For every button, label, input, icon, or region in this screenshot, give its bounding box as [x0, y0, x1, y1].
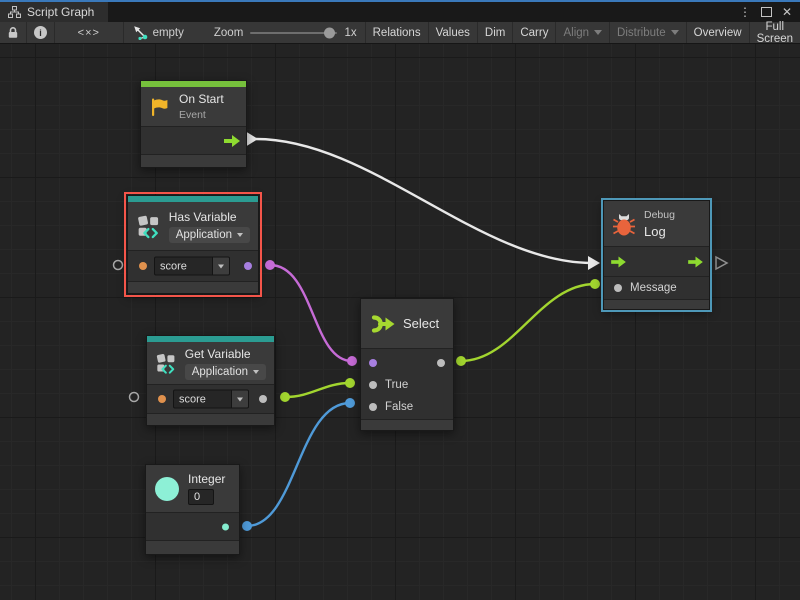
zoom-value: 1x — [344, 22, 356, 43]
chevron-down-icon — [253, 370, 259, 374]
select-condition-row — [361, 352, 453, 374]
flow-input-port[interactable] — [611, 256, 626, 267]
maximize-icon[interactable] — [761, 7, 772, 17]
node-has-variable[interactable]: Has Variable Application score — [127, 195, 259, 294]
toolbar-right-group: Relations Values Dim Carry Align Distrib… — [365, 22, 800, 43]
carry-button[interactable]: Carry — [512, 22, 555, 43]
dropdown-button[interactable] — [213, 257, 230, 276]
node-footer — [141, 154, 246, 167]
variable-name-value[interactable]: score — [173, 390, 232, 409]
values-button[interactable]: Values — [428, 22, 477, 43]
false-port-label: False — [385, 401, 413, 413]
tab-script-graph[interactable]: Script Graph — [0, 2, 108, 22]
graph-toolbar: i <×> empty Zoom 1x Relations Values Dim… — [0, 22, 800, 44]
node-title: Select — [403, 316, 439, 331]
variable-name-dropdown[interactable]: score — [154, 257, 230, 276]
info-button[interactable]: i — [27, 22, 55, 43]
chevron-down-icon — [237, 233, 243, 237]
dropdown-button[interactable] — [232, 390, 249, 409]
graph-status-label: empty — [153, 27, 184, 39]
close-icon[interactable]: ✕ — [782, 5, 792, 19]
false-input-port[interactable] — [369, 403, 377, 411]
node-footer — [146, 540, 239, 554]
variables-icon — [155, 349, 177, 377]
lock-icon — [7, 26, 19, 39]
node-footer — [604, 299, 709, 309]
node-debug-log[interactable]: Debug Log Message — [603, 200, 710, 310]
variable-scope-dropdown[interactable]: Application — [169, 227, 250, 243]
dim-button[interactable]: Dim — [477, 22, 512, 43]
select-icon — [369, 313, 395, 335]
message-input-port[interactable] — [614, 284, 622, 292]
script-graph-window: Script Graph ⋮ ✕ i <×> e — [0, 0, 800, 600]
inspect-values-button[interactable]: <×> — [55, 22, 124, 43]
tab-title: Script Graph — [27, 5, 94, 19]
variables-icon — [136, 212, 161, 240]
name-input-port[interactable] — [158, 395, 166, 403]
true-input-port[interactable] — [369, 381, 377, 389]
name-input-port[interactable] — [139, 262, 147, 270]
bug-icon — [612, 210, 636, 237]
integer-output-port[interactable] — [222, 523, 229, 530]
scope-label: Application — [192, 366, 248, 378]
flow-output-port[interactable] — [688, 256, 703, 267]
distribute-label: Distribute — [617, 27, 666, 39]
variable-name-dropdown[interactable]: score — [173, 390, 249, 409]
node-footer — [128, 281, 258, 293]
variable-scope-dropdown[interactable]: Application — [185, 364, 266, 380]
distribute-button[interactable]: Distribute — [609, 22, 686, 43]
graph-pointer-status: empty — [124, 22, 192, 43]
menu-icon[interactable]: ⋮ — [739, 5, 751, 19]
chevron-down-icon — [594, 30, 602, 35]
graph-pointer-icon — [132, 25, 148, 40]
node-select[interactable]: Select True False — [360, 298, 454, 431]
window-controls: ⋮ ✕ — [739, 2, 800, 22]
flag-icon — [149, 96, 171, 118]
variable-name-value[interactable]: score — [154, 257, 213, 276]
node-get-variable[interactable]: Get Variable Application score — [146, 335, 275, 426]
condition-input-port[interactable] — [369, 359, 377, 367]
select-false-row: False — [361, 396, 453, 418]
info-icon: i — [34, 26, 47, 39]
zoom-slider[interactable] — [250, 22, 337, 43]
true-port-label: True — [385, 379, 408, 391]
selection-output-port[interactable] — [437, 359, 445, 367]
integer-value-field[interactable]: 0 — [188, 489, 214, 505]
titlebar: Script Graph ⋮ ✕ — [0, 0, 800, 22]
graph-icon — [8, 6, 21, 18]
node-category: Debug — [644, 209, 675, 221]
zoom-slider-handle[interactable] — [324, 27, 335, 38]
align-button[interactable]: Align — [555, 22, 609, 43]
node-title: Log — [644, 224, 675, 239]
select-true-row: True — [361, 374, 453, 396]
integer-icon — [154, 476, 180, 502]
zoom-label: Zoom — [214, 22, 243, 43]
lock-button[interactable] — [0, 22, 27, 43]
fullscreen-button[interactable]: Full Screen — [749, 22, 800, 43]
align-label: Align — [563, 27, 589, 39]
bool-output-port[interactable] — [244, 262, 252, 270]
node-title: Has Variable — [169, 210, 250, 224]
flow-output-port[interactable] — [224, 135, 240, 147]
scope-label: Application — [176, 229, 232, 241]
overview-button[interactable]: Overview — [686, 22, 749, 43]
node-integer[interactable]: Integer 0 — [145, 464, 240, 555]
chevron-down-icon — [218, 264, 224, 268]
node-on-start[interactable]: On Start Event — [140, 80, 247, 168]
relations-button[interactable]: Relations — [365, 22, 428, 43]
message-port-label: Message — [630, 282, 677, 294]
node-footer — [361, 419, 453, 430]
node-title: Integer — [188, 472, 225, 486]
node-title: On Start — [179, 92, 224, 106]
chevron-down-icon — [671, 30, 679, 35]
node-footer — [147, 413, 274, 425]
chevron-down-icon — [237, 397, 243, 401]
node-title: Get Variable — [185, 347, 266, 361]
value-output-port[interactable] — [259, 395, 267, 403]
node-subtitle: Event — [179, 109, 224, 121]
